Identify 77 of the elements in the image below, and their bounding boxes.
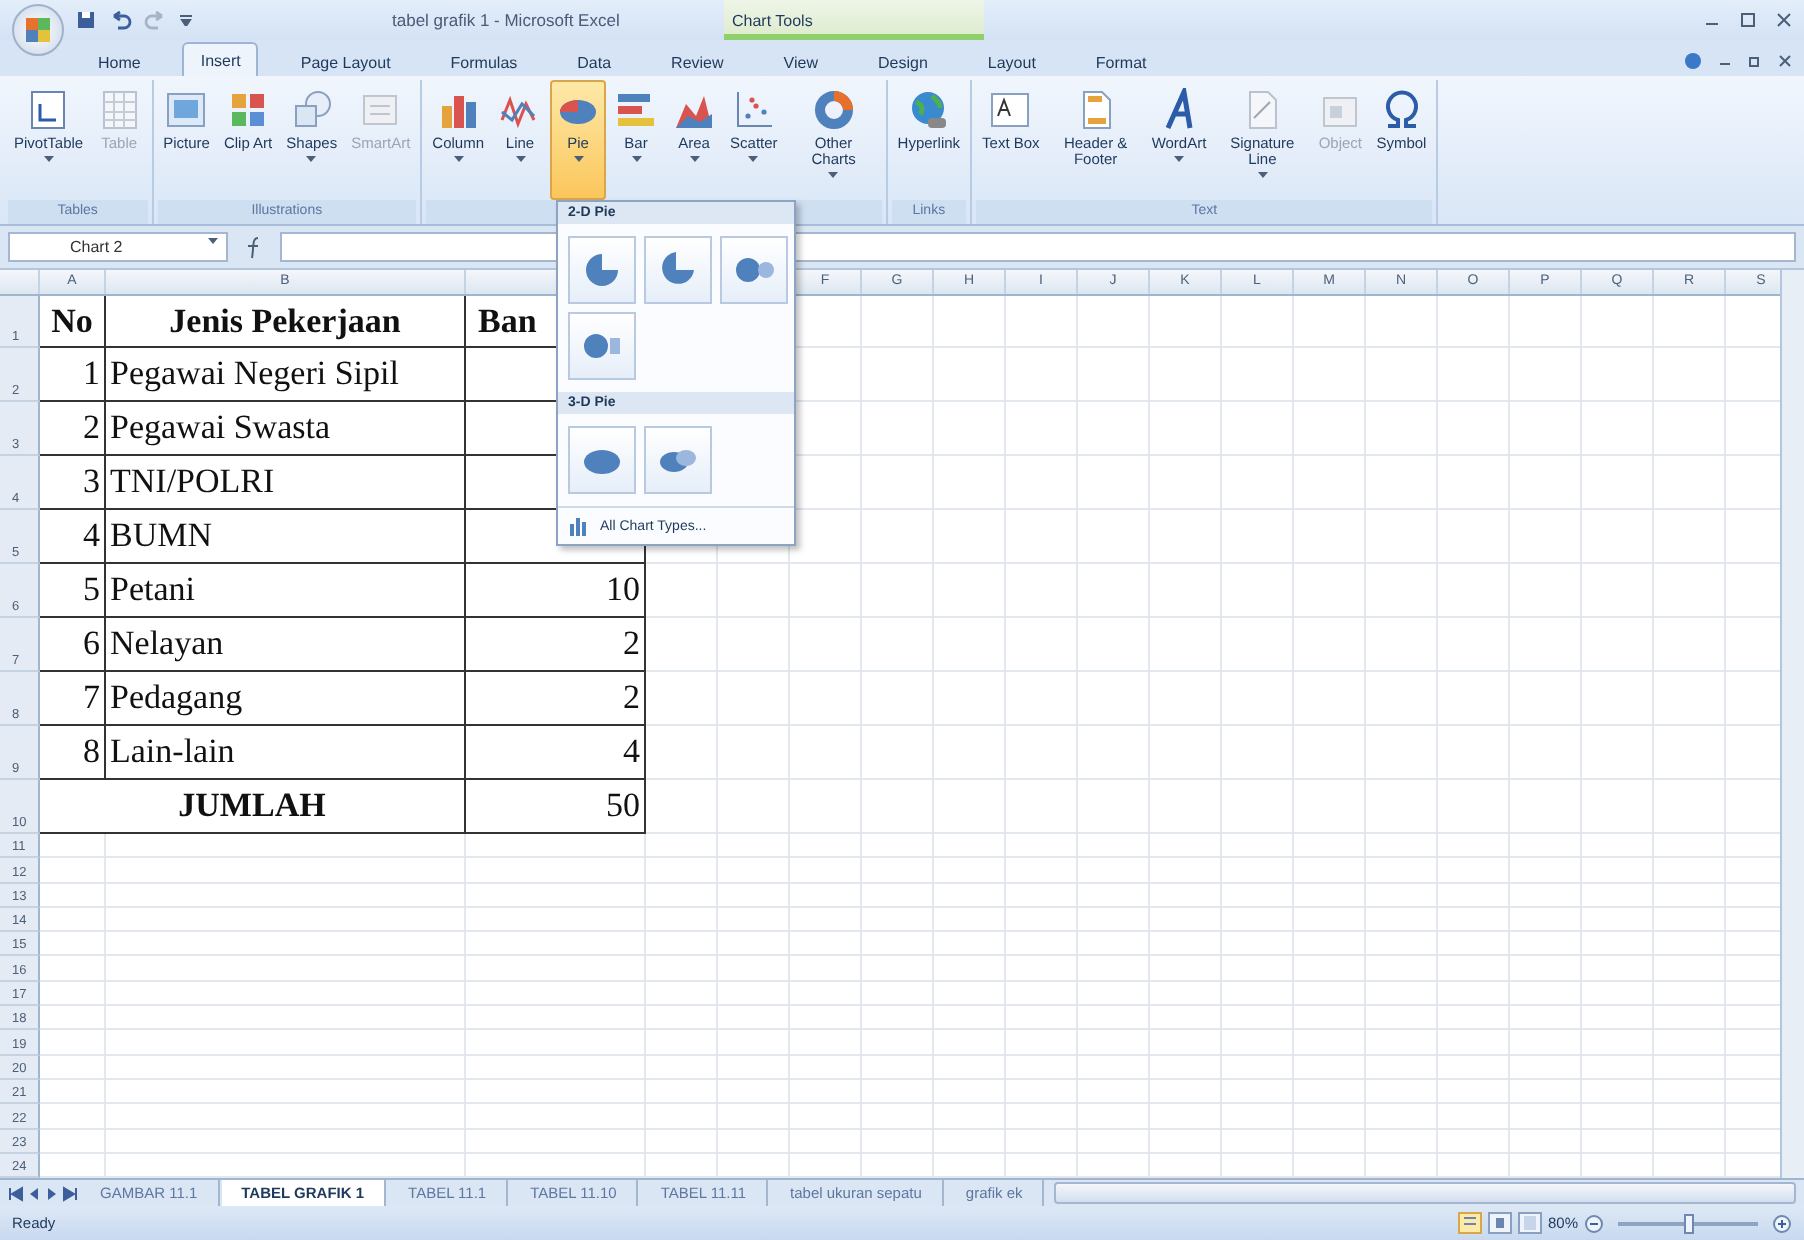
zoom-slider-thumb[interactable] (1684, 1213, 1694, 1233)
table-cell: Pegawai Negeri Sipil (106, 348, 466, 402)
pie-chart-option[interactable] (568, 312, 636, 380)
undo-icon[interactable] (108, 10, 132, 30)
office-logo-icon (24, 16, 52, 44)
ribbon-tab[interactable]: Formulas (432, 46, 536, 76)
pie-chart-option[interactable] (644, 236, 712, 304)
maximize-icon[interactable] (1740, 12, 1756, 28)
table-cell: 50 (466, 780, 646, 834)
close-icon[interactable] (1778, 53, 1792, 67)
table-cell: Lain-lain (106, 726, 466, 780)
ribbon-tab[interactable]: Home (80, 46, 159, 76)
table-cell: BUMN (106, 510, 466, 564)
vertical-scrollbar[interactable] (1780, 270, 1804, 1178)
table-grid-icon (97, 88, 142, 132)
table-cell: 8 (40, 726, 106, 780)
ribbon-tab[interactable]: Design (859, 46, 946, 76)
caret-icon (208, 238, 218, 244)
next-sheet-icon[interactable] (44, 1185, 60, 1201)
shapes-icon (289, 88, 334, 132)
restore-icon[interactable] (1748, 53, 1762, 67)
zoom-in-icon[interactable] (1772, 1213, 1792, 1233)
table-cell: 2 (40, 402, 106, 456)
pie-chart-icon (580, 248, 624, 292)
table-cell: 2 (466, 672, 646, 726)
picture-icon (164, 88, 209, 132)
close-icon[interactable] (1776, 12, 1792, 28)
window-title: tabel grafik 1 - Microsoft Excel (392, 10, 620, 30)
table-cell: 3 (40, 456, 106, 510)
table-cell: 1 (40, 348, 106, 402)
chart-tools-label: Chart Tools (724, 0, 984, 40)
table-cell: Jenis Pekerjaan (106, 296, 466, 348)
pie-chart-option[interactable] (644, 426, 712, 494)
ribbon-tab[interactable]: Data (559, 46, 630, 76)
pivot-table-icon (26, 88, 71, 132)
pie-chart-option[interactable] (720, 236, 788, 304)
last-sheet-icon[interactable] (62, 1185, 78, 1201)
ribbon-tab[interactable]: Insert (182, 42, 259, 76)
table-cell: Petani (106, 564, 466, 618)
table-cell: 6 (40, 618, 106, 672)
help-icon[interactable] (1684, 51, 1702, 69)
previous-sheet-icon[interactable] (26, 1185, 42, 1201)
scatter-chart-icon (731, 88, 776, 132)
table-cell: Nelayan (106, 618, 466, 672)
table-cell: 5 (40, 564, 106, 618)
table-cell: Pedagang (106, 672, 466, 726)
table-cell: 10 (466, 564, 646, 618)
first-sheet-icon[interactable] (8, 1185, 24, 1201)
page-layout-icon[interactable] (1487, 1212, 1512, 1234)
name-box[interactable]: Chart 2 (8, 232, 228, 262)
horizontal-scrollbar[interactable] (1054, 1182, 1796, 1204)
table-cell: TNI/POLRI (106, 456, 466, 510)
bar-chart-icon (614, 88, 659, 132)
table-cell: 4 (466, 726, 646, 780)
normal-view-icon[interactable] (1457, 1212, 1482, 1234)
table-cell: JUMLAH (40, 780, 466, 834)
ribbon-tab[interactable]: Review (653, 46, 742, 76)
ribbon-tab[interactable]: Format (1077, 46, 1165, 76)
zoom-out-icon[interactable] (1584, 1213, 1604, 1233)
pie-chart-option[interactable] (568, 236, 636, 304)
ribbon-tab[interactable]: View (765, 46, 836, 76)
text-box-icon (988, 88, 1033, 132)
ribbon-tab[interactable]: Layout (969, 46, 1054, 76)
donut-chart-icon (811, 88, 856, 132)
customize-toolbar-icon[interactable] (180, 14, 192, 26)
table-cell: 2 (466, 618, 646, 672)
table-cell: Pegawai Swasta (106, 402, 466, 456)
office-button[interactable] (12, 4, 64, 56)
table-cell: 4 (40, 510, 106, 564)
pie-chart-option[interactable] (568, 426, 636, 494)
ribbon-tab[interactable]: Page Layout (282, 46, 409, 76)
page-break-icon[interactable] (1517, 1212, 1542, 1234)
column-chart-icon (568, 516, 588, 536)
globe-icon (906, 88, 951, 132)
table-cell: 7 (40, 672, 106, 726)
save-icon[interactable] (76, 10, 96, 30)
table-cell: No (40, 296, 106, 348)
